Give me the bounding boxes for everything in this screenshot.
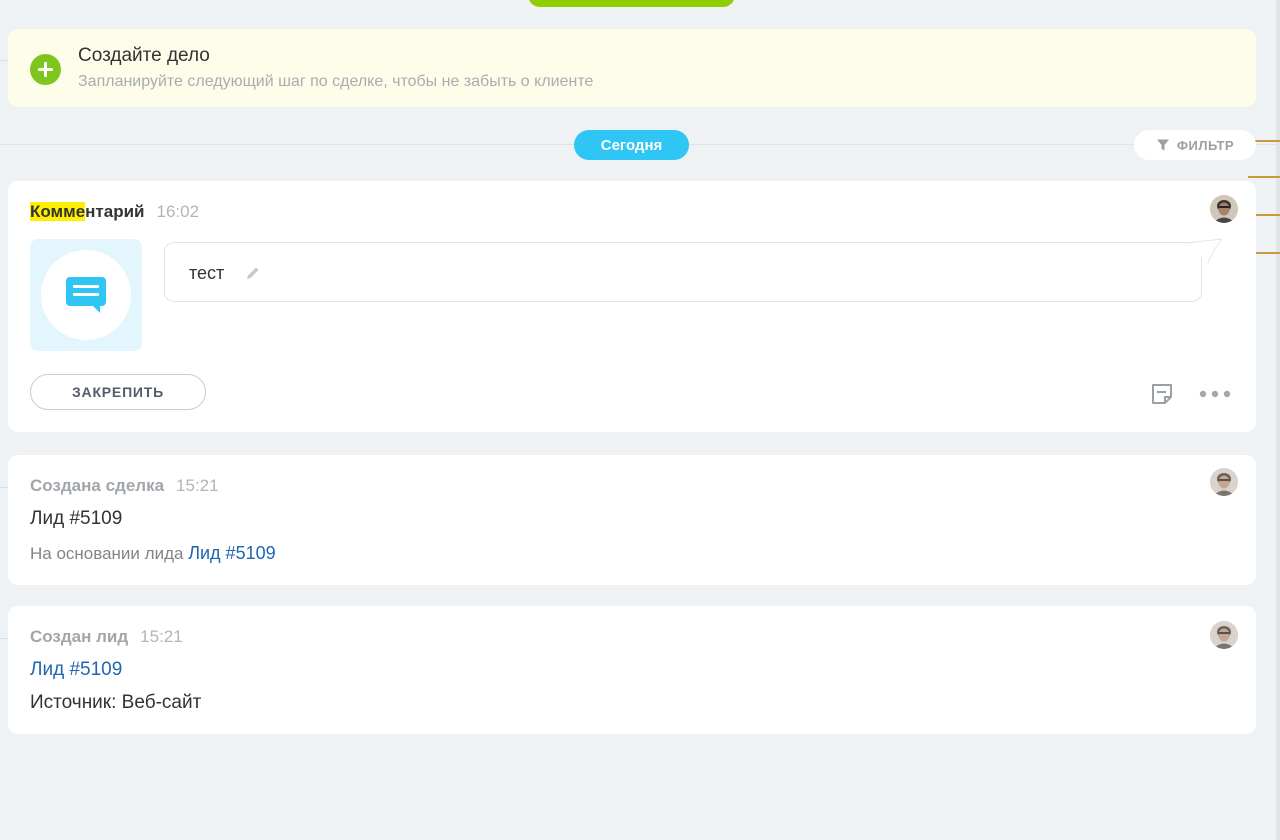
timeline-tick xyxy=(0,487,8,488)
deal-created-card: Создана сделка 15:21 Лид #5109 На основан… xyxy=(8,455,1256,585)
lead-created-card: Создан лид 15:21 Лид #5109 Источник: Веб-… xyxy=(8,606,1256,734)
pin-button[interactable]: ЗАКРЕПИТЬ xyxy=(30,374,206,410)
comment-title-rest: нтарий xyxy=(85,202,145,221)
create-task-title: Создайте дело xyxy=(78,45,210,66)
lead-link[interactable]: Лид #5109 xyxy=(30,659,122,681)
deal-title-text: Создана сделка xyxy=(30,476,165,495)
comment-icon xyxy=(66,277,106,313)
avatar-image xyxy=(1210,621,1238,649)
right-panel-edge xyxy=(1276,0,1280,840)
lead-source: Источник: Веб-сайт xyxy=(30,692,202,713)
lead-title-text: Создан лид xyxy=(30,627,129,646)
pencil-icon[interactable] xyxy=(245,265,261,281)
avatar[interactable] xyxy=(1210,195,1238,223)
comment-title-highlight: Комме xyxy=(30,202,86,221)
avatar-image xyxy=(1210,468,1238,496)
comment-card-title: Комментарий 16:02 xyxy=(30,202,199,222)
avatar[interactable] xyxy=(1210,621,1238,649)
timeline-tick xyxy=(0,638,8,639)
create-task-subtitle: Запланируйте следующий шаг по сделке, чт… xyxy=(78,73,594,90)
deal-time: 15:21 xyxy=(176,476,219,495)
deal-name: Лид #5109 xyxy=(30,508,123,529)
filter-icon xyxy=(1156,139,1169,151)
avatar[interactable] xyxy=(1210,468,1238,496)
comment-time: 16:02 xyxy=(156,202,200,221)
lead-card-title: Создан лид 15:21 xyxy=(30,627,183,647)
comment-card: Комментарий 16:02 тест ЗАКРЕПИТЬ xyxy=(8,181,1256,432)
create-task-bar[interactable]: Создайте дело Запланируйте следующий шаг… xyxy=(8,29,1256,107)
deal-basis-link[interactable]: Лид #5109 xyxy=(188,543,275,563)
comment-bubble[interactable]: тест xyxy=(164,242,1202,302)
top-action-button[interactable] xyxy=(528,0,735,7)
filter-label: ФИЛЬТР xyxy=(1176,137,1235,153)
avatar-image xyxy=(1210,195,1238,223)
edge-marker xyxy=(1248,176,1280,178)
deal-basis: На основании лида Лид #5109 xyxy=(30,543,276,564)
timeline-tick xyxy=(0,60,8,61)
bubble-tail xyxy=(1186,238,1222,263)
more-icon[interactable] xyxy=(1198,387,1232,401)
deal-basis-prefix: На основании лида xyxy=(30,544,184,563)
comment-text: тест xyxy=(189,263,225,283)
deal-card-title: Создана сделка 15:21 xyxy=(30,476,219,496)
today-label: Сегодня xyxy=(574,130,689,160)
filter-button[interactable]: ФИЛЬТР xyxy=(1134,130,1256,160)
note-icon[interactable] xyxy=(1150,382,1174,406)
lead-time: 15:21 xyxy=(140,627,183,646)
comment-type-icon-box xyxy=(30,239,142,351)
plus-icon[interactable] xyxy=(30,54,61,85)
